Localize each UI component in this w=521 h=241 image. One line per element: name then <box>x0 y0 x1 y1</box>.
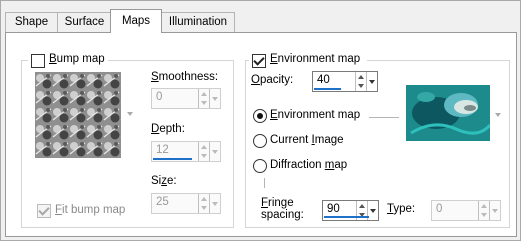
fringe-spacing-underline <box>324 216 369 218</box>
radio-current-image[interactable] <box>253 134 267 148</box>
fit-bump-map-label: Fit bump map <box>55 204 126 216</box>
type-dropdown[interactable] <box>489 201 500 220</box>
depth-spinner[interactable] <box>198 142 209 161</box>
smoothness-spinner[interactable] <box>198 89 209 108</box>
environment-map-label: Environment map <box>270 53 361 65</box>
type-field[interactable]: 0 <box>431 200 501 221</box>
smoothness-dropdown[interactable] <box>209 89 220 108</box>
opacity-label: Opacity: <box>251 74 294 86</box>
radio-diffraction-map[interactable] <box>253 159 267 173</box>
radio-current-image-label: Current Image <box>270 134 344 146</box>
type-label: Type: <box>387 203 416 215</box>
type-spinner[interactable] <box>478 201 489 220</box>
size-label: Size: <box>151 175 177 187</box>
maps-panel: Bump map Smoothness: 0 Depth: 12 Size: 2… <box>5 32 517 237</box>
depth-dropdown[interactable] <box>209 142 220 161</box>
smoothness-field[interactable]: 0 <box>151 88 221 109</box>
bump-map-checkbox[interactable] <box>31 54 45 68</box>
fringe-spacing-label: Fringe spacing: <box>261 197 304 221</box>
environment-map-checkbox[interactable] <box>252 54 266 68</box>
radio-diffraction-map-label: Diffraction map <box>270 159 348 171</box>
environment-map-preview[interactable] <box>406 85 490 141</box>
diffraction-connector <box>264 178 265 188</box>
bump-map-label: Bump map <box>49 53 105 65</box>
size-dropdown[interactable] <box>209 194 220 213</box>
radio-environment-map[interactable] <box>253 109 267 123</box>
size-field[interactable]: 25 <box>151 193 221 214</box>
opacity-underline <box>314 88 341 90</box>
depth-label: Depth: <box>151 123 185 135</box>
dialog-frame: Shape Surface Maps Illumination Bump map <box>0 0 521 241</box>
environment-map-dropdown-icon[interactable] <box>495 113 501 117</box>
tab-surface[interactable]: Surface <box>57 12 112 32</box>
size-spinner[interactable] <box>198 194 209 213</box>
depth-underline <box>153 158 192 160</box>
opacity-dropdown[interactable] <box>366 72 377 91</box>
environment-map-header: Environment map <box>249 53 367 69</box>
tab-illumination[interactable]: Illumination <box>161 12 235 32</box>
fit-bump-map-checkbox[interactable] <box>37 204 51 218</box>
environment-map-connector <box>369 117 399 118</box>
opacity-spinner[interactable] <box>355 72 366 91</box>
radio-environment-map-label: Environment map <box>270 109 361 121</box>
bump-map-header: Bump map <box>28 53 108 69</box>
bump-map-preview[interactable] <box>35 72 121 158</box>
tab-shape[interactable]: Shape <box>5 12 58 32</box>
smoothness-label: Smoothness: <box>151 71 219 83</box>
tab-maps[interactable]: Maps <box>110 9 162 33</box>
bump-map-dropdown-icon[interactable] <box>127 112 133 116</box>
